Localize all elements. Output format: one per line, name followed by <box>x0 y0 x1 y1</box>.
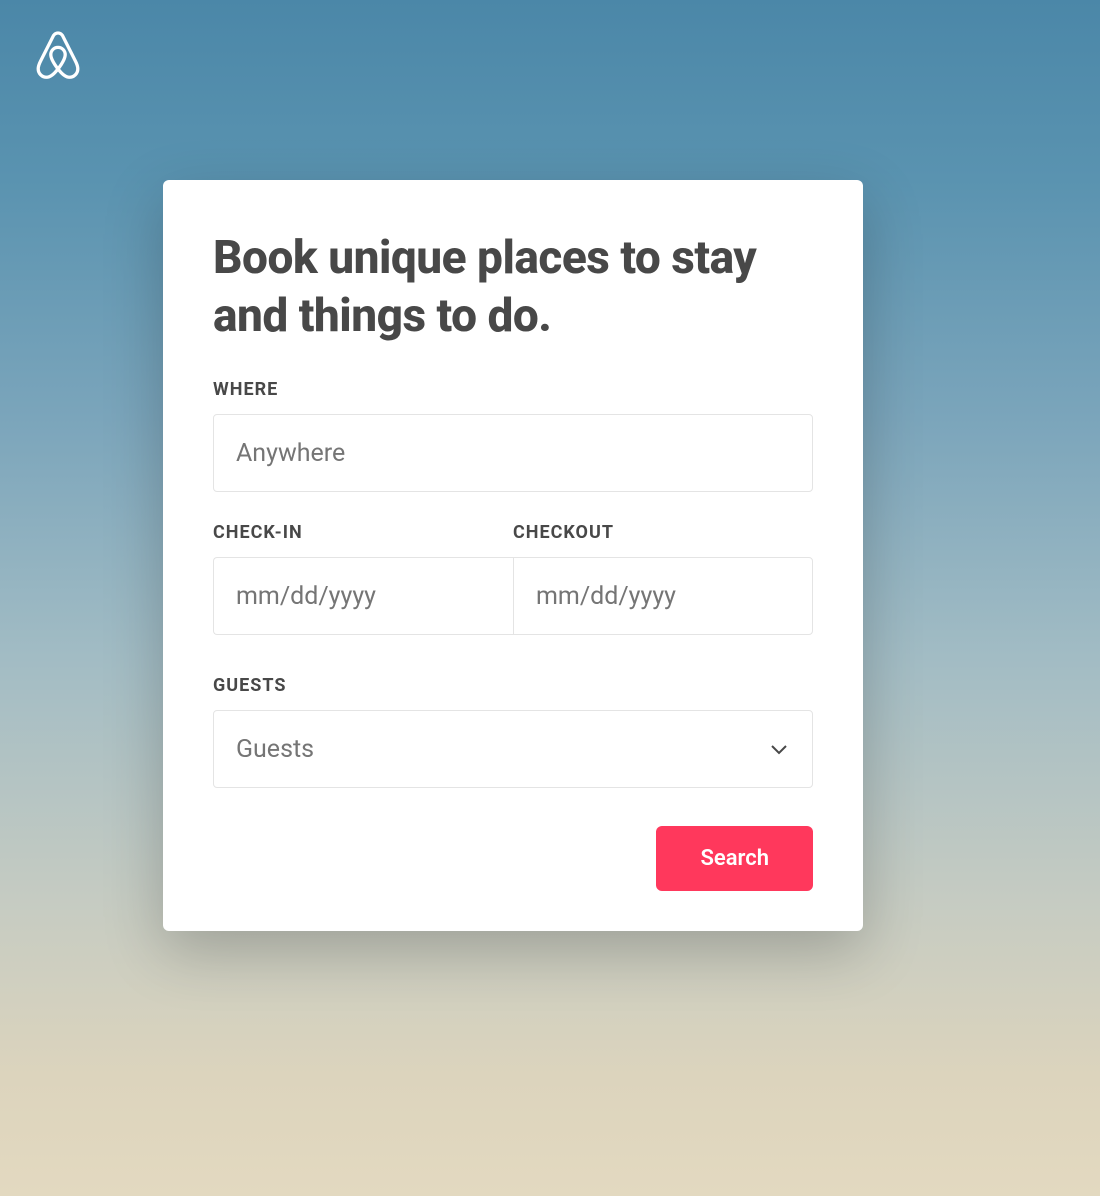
guests-label: GUESTS <box>213 675 813 696</box>
checkout-input[interactable] <box>513 557 813 635</box>
where-label: WHERE <box>213 379 813 400</box>
guests-field-group: GUESTS Guests <box>213 675 813 788</box>
page-heading: Book unique places to stay and things to… <box>213 230 813 345</box>
checkin-input[interactable] <box>213 557 513 635</box>
where-input[interactable] <box>213 414 813 492</box>
guests-select[interactable]: Guests <box>213 710 813 788</box>
where-field-group: WHERE <box>213 379 813 492</box>
checkout-field-group: CHECKOUT <box>513 522 813 635</box>
checkout-label: CHECKOUT <box>513 522 813 543</box>
checkin-field-group: CHECK-IN <box>213 522 513 635</box>
date-row: CHECK-IN CHECKOUT <box>213 522 813 635</box>
checkin-label: CHECK-IN <box>213 522 513 543</box>
button-row: Search <box>213 826 813 891</box>
search-card: Book unique places to stay and things to… <box>163 180 863 931</box>
search-button[interactable]: Search <box>656 826 813 891</box>
airbnb-logo-icon <box>34 28 82 80</box>
guests-select-wrapper: Guests <box>213 710 813 788</box>
